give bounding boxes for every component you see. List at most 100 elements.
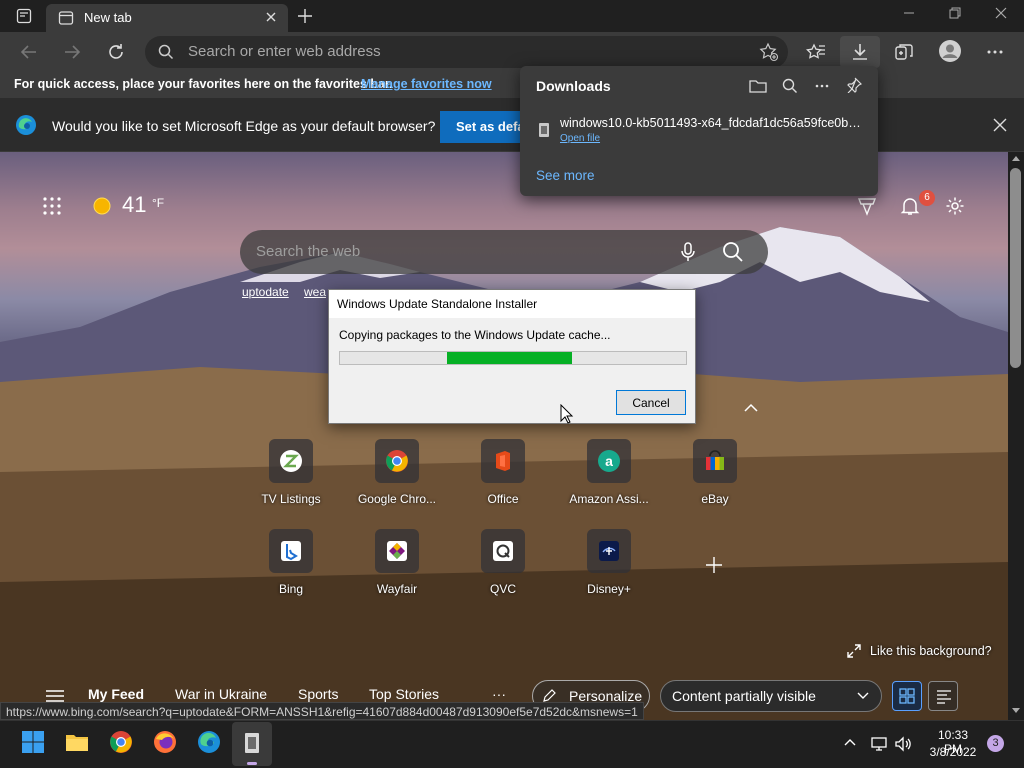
sunny-weather-icon[interactable] — [92, 196, 112, 216]
file-explorer-icon[interactable] — [65, 730, 89, 754]
quick-link-label: TV Listings — [261, 492, 321, 506]
forward-icon[interactable] — [62, 42, 82, 62]
edge-taskbar-icon[interactable] — [197, 730, 221, 754]
open-file-link[interactable]: Open file — [560, 133, 600, 144]
quick-link-label: Disney+ — [587, 582, 631, 596]
notification-center-badge[interactable]: 3 — [987, 735, 1004, 752]
network-icon[interactable] — [870, 736, 888, 752]
manage-favorites-link[interactable]: Manage favorites now — [361, 77, 492, 91]
quick-link-qvc[interactable]: QVC — [453, 529, 553, 596]
new-tab-button[interactable] — [296, 7, 314, 25]
pencil-icon — [542, 689, 556, 703]
more-options-icon[interactable] — [814, 78, 830, 94]
web-search-icon[interactable] — [722, 241, 744, 263]
like-background-link[interactable]: Like this background? — [870, 644, 992, 658]
more-menu-icon[interactable] — [985, 42, 1005, 62]
close-tab-icon[interactable] — [264, 10, 278, 24]
close-window-icon[interactable] — [994, 6, 1008, 20]
system-tray-chevron-icon[interactable] — [844, 738, 856, 746]
minimize-icon[interactable] — [902, 6, 916, 20]
firefox-icon[interactable] — [153, 730, 177, 754]
page-settings-gear-icon[interactable] — [945, 196, 965, 216]
list-view-icon — [936, 690, 952, 704]
quick-link-disney-plus[interactable]: Disney+ — [559, 529, 659, 596]
progress-fill — [447, 352, 572, 364]
expand-icon[interactable] — [847, 644, 861, 658]
quick-link-google-chrome[interactable]: Google Chro... — [347, 439, 447, 506]
web-search-box[interactable]: Search the web — [240, 230, 768, 274]
office-icon — [481, 439, 525, 483]
installer-file-icon — [537, 122, 551, 138]
apps-launcher-icon[interactable] — [42, 196, 62, 216]
cancel-button[interactable]: Cancel — [616, 390, 686, 415]
bing-icon — [269, 529, 313, 573]
scrollbar-thumb[interactable] — [1010, 168, 1021, 368]
windows-start-icon[interactable] — [21, 730, 45, 754]
microphone-icon[interactable] — [680, 242, 696, 262]
quick-link-label: Google Chro... — [357, 492, 437, 506]
quick-link-bing[interactable]: Bing — [241, 529, 341, 596]
quick-link-office[interactable]: Office — [453, 439, 553, 506]
close-bar-icon[interactable] — [993, 118, 1007, 132]
feed-tab[interactable]: Top Stories — [369, 686, 439, 702]
weather-unit: °F — [152, 196, 165, 210]
hamburger-menu-icon[interactable] — [46, 690, 64, 702]
quick-link-label: Wayfair — [376, 582, 418, 596]
ebay-icon — [693, 439, 737, 483]
collapse-chevron-icon[interactable] — [744, 403, 758, 413]
installer-app-icon — [243, 731, 261, 755]
pin-icon[interactable] — [846, 77, 862, 93]
collections-icon[interactable] — [894, 42, 914, 62]
quick-link-label: Office — [487, 492, 519, 506]
restore-icon[interactable] — [948, 6, 962, 20]
chrome-taskbar-icon[interactable] — [109, 730, 133, 754]
back-icon[interactable] — [19, 42, 39, 62]
download-filename[interactable]: windows10.0-kb5011493-x64_fdcdaf1dc56a59… — [560, 116, 866, 130]
feed-tab[interactable]: War in Ukraine — [175, 686, 267, 702]
see-more-link[interactable]: See more — [536, 168, 595, 183]
tab-actions-icon[interactable] — [16, 8, 32, 24]
add-favorite-icon[interactable] — [759, 42, 779, 62]
profile-avatar-icon[interactable] — [939, 40, 961, 62]
chevron-down-icon — [857, 692, 869, 700]
quick-link-wayfair[interactable]: Wayfair — [347, 529, 447, 596]
content-visibility-dropdown[interactable]: Content partially visible — [660, 680, 882, 712]
downloads-button[interactable] — [840, 36, 880, 68]
download-icon — [850, 42, 870, 62]
grid-layout-button[interactable] — [892, 681, 922, 711]
scroll-down-icon[interactable] — [1012, 708, 1020, 714]
scroll-up-icon[interactable] — [1012, 155, 1020, 161]
feed-tab[interactable]: Sports — [298, 686, 338, 702]
installer-taskbar-button[interactable] — [232, 722, 272, 766]
quick-link-tv-listings[interactable]: TV Listings — [241, 439, 341, 506]
add-quick-link-icon[interactable] — [705, 556, 723, 574]
mouse-cursor-icon — [560, 404, 574, 424]
notifications-bell-icon[interactable] — [900, 196, 920, 216]
weather-temperature[interactable]: 41 — [122, 192, 146, 218]
tab-new-tab[interactable]: New tab — [46, 4, 288, 32]
rewards-icon[interactable] — [857, 196, 877, 216]
volume-icon[interactable] — [894, 736, 912, 752]
default-browser-message: Would you like to set Microsoft Edge as … — [52, 118, 436, 134]
dialog-title: Windows Update Standalone Installer — [329, 290, 695, 318]
feed-tab-my-feed[interactable]: My Feed — [88, 686, 144, 702]
grid-view-icon — [899, 688, 915, 704]
dialog-message: Copying packages to the Windows Update c… — [339, 328, 611, 342]
downloads-panel: Downloads windows10.0-kb5011493-x64_fdcd… — [520, 66, 878, 196]
active-indicator — [247, 762, 257, 765]
quick-link-ebay[interactable]: eBay — [665, 439, 765, 506]
quick-link-label: eBay — [701, 492, 729, 506]
list-layout-button[interactable] — [928, 681, 958, 711]
quick-link-amazon-assistant[interactable]: a Amazon Assi... — [559, 439, 659, 506]
favorites-icon[interactable] — [806, 42, 826, 62]
refresh-icon[interactable] — [106, 42, 126, 62]
clock-date[interactable]: 3/8/2022 — [926, 745, 980, 759]
search-downloads-icon[interactable] — [782, 78, 798, 94]
trending-search-link[interactable]: uptodate — [242, 285, 289, 299]
notification-badge: 6 — [919, 190, 935, 206]
address-bar[interactable]: Search or enter web address — [145, 36, 788, 68]
web-search-placeholder: Search the web — [256, 243, 361, 260]
feed-more-icon[interactable]: ··· — [492, 686, 506, 702]
trending-search-link[interactable]: wea — [304, 285, 326, 299]
open-folder-icon[interactable] — [749, 78, 767, 94]
